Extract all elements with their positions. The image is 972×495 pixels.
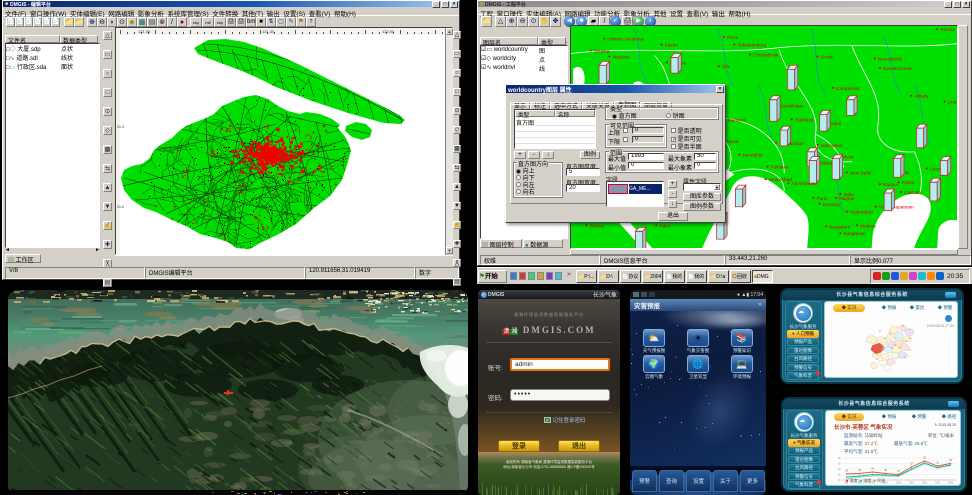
svg-text:Patna: Patna [902, 180, 915, 185]
svg-text:35: 35 [903, 357, 905, 359]
svg-text:Kanpur: Kanpur [883, 182, 899, 187]
svg-text:31,3: 31,3 [117, 125, 124, 129]
svg-text:26: 26 [838, 474, 841, 477]
svg-text:15时: 15时 [935, 481, 941, 485]
svg-text:32: 32 [876, 353, 878, 355]
svg-text:33: 33 [871, 349, 873, 351]
svg-text:Kazakhstan: Kazakhstan [779, 104, 804, 109]
svg-text:Madras: Madras [860, 223, 876, 228]
svg-text:12时: 12时 [896, 481, 902, 485]
svg-text:32: 32 [879, 331, 881, 333]
svg-text:31: 31 [936, 462, 939, 465]
svg-text:Russia: Russia [940, 27, 955, 32]
svg-text:23: 23 [838, 479, 841, 482]
svg-text:Eritrea: Eritrea [590, 223, 604, 228]
svg-text:37: 37 [909, 329, 911, 331]
svg-text:Bangalore: Bangalore [829, 224, 851, 229]
svg-text:Kazan: Kazan [665, 43, 679, 48]
svg-text:Yekaterinburg: Yekaterinburg [737, 43, 766, 48]
svg-text:India: India [844, 192, 855, 197]
svg-text:30: 30 [889, 334, 891, 336]
svg-text:Karaganda: Karaganda [836, 86, 859, 91]
svg-text:Aden: Aden [659, 223, 670, 228]
svg-text:New Delhi: New Delhi [850, 170, 871, 175]
svg-text:13时: 13时 [909, 481, 915, 485]
svg-text:122,00: 122,00 [382, 29, 395, 34]
svg-text:Ufa: Ufa [722, 64, 730, 69]
svg-text:31: 31 [895, 339, 897, 341]
svg-text:33: 33 [949, 459, 952, 462]
svg-text:31,0: 31,0 [117, 205, 124, 209]
svg-text:Tashkent: Tashkent [727, 117, 746, 122]
svg-text:28: 28 [898, 347, 900, 349]
svg-text:Herat: Herat [727, 139, 739, 144]
svg-text:Urumqi: Urumqi [948, 100, 957, 105]
svg-text:Perm: Perm [727, 35, 738, 40]
svg-text:27: 27 [897, 470, 900, 473]
svg-text:34: 34 [883, 338, 885, 340]
svg-text:Omsk: Omsk [821, 55, 834, 60]
svg-text:37: 37 [909, 338, 911, 340]
svg-text:14时: 14时 [922, 481, 928, 485]
svg-text:31: 31 [876, 359, 878, 361]
svg-text:Qrusha: Qrusha [594, 49, 610, 54]
svg-text:32: 32 [910, 463, 913, 466]
svg-text:37: 37 [905, 341, 907, 343]
svg-text:28: 28 [858, 469, 861, 472]
svg-text:Islamabad: Islamabad [821, 143, 843, 148]
svg-text:29: 29 [891, 347, 893, 349]
svg-text:Moskva: Moskva [613, 55, 630, 60]
svg-text:Almaty: Almaty [914, 94, 929, 99]
svg-text:Pune: Pune [817, 196, 828, 201]
svg-text:Hidwnir Jovakova: Hidwnir Jovakova [607, 37, 644, 42]
svg-text:29: 29 [838, 468, 841, 471]
svg-text:28: 28 [894, 345, 896, 347]
svg-text:28: 28 [909, 350, 911, 352]
svg-text:32: 32 [838, 463, 841, 466]
svg-text:28: 28 [884, 469, 887, 472]
svg-text:28: 28 [845, 470, 848, 473]
svg-text:Bangalore: Bangalore [844, 231, 866, 236]
svg-text:Hyderabad: Hyderabad [850, 210, 873, 215]
svg-text:Kandahar: Kandahar [743, 153, 764, 158]
svg-text:35: 35 [838, 457, 841, 460]
svg-text:Bombay: Bombay [823, 202, 841, 207]
svg-text:Toshkent: Toshkent [795, 117, 814, 122]
svg-text:Hedarabad: Hedarabad [769, 177, 793, 182]
svg-text:35: 35 [902, 325, 904, 327]
svg-text:121,30: 121,30 [262, 29, 275, 34]
svg-text:Pakistan: Pakistan [771, 165, 789, 170]
svg-text:Chelyabinsk: Chelyabinsk [753, 53, 779, 58]
svg-text:16时: 16时 [948, 481, 954, 485]
svg-text:Calcutta: Calcutta [904, 190, 922, 195]
svg-text:Novokuznetsk: Novokuznetsk [883, 66, 913, 71]
svg-text:Novosibirsk: Novosibirsk [878, 56, 903, 61]
svg-text:Kabul: Kabul [829, 121, 841, 126]
svg-text:121,00: 121,00 [138, 29, 151, 34]
